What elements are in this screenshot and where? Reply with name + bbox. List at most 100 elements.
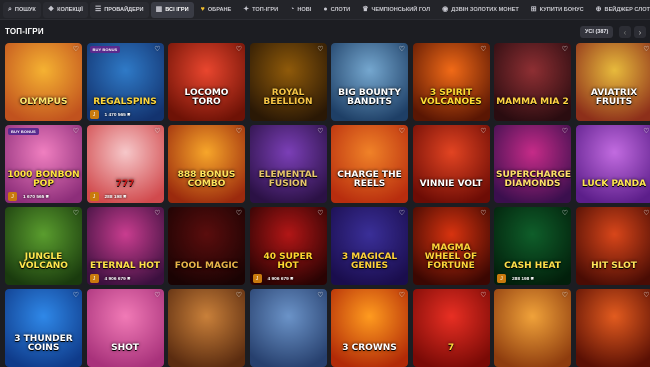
- game-tile[interactable]: OLYMPUS♡: [5, 43, 82, 121]
- favorite-heart-icon[interactable]: ♡: [236, 45, 242, 53]
- favorite-heart-icon[interactable]: ♡: [154, 209, 160, 217]
- nav-item-3[interactable]: ▦ВСІ ІГРИ: [151, 2, 194, 18]
- favorite-heart-icon[interactable]: ♡: [399, 209, 405, 217]
- game-title: LOCOMO TORO: [170, 89, 243, 107]
- game-tile[interactable]: BIG BOUNTY BANDITS♡: [331, 43, 408, 121]
- game-tile[interactable]: ♡: [168, 289, 245, 367]
- favorite-heart-icon[interactable]: ♡: [480, 127, 486, 135]
- favorite-heart-icon[interactable]: ♡: [236, 209, 242, 217]
- favorite-heart-icon[interactable]: ♡: [73, 291, 79, 299]
- nav-item-2[interactable]: ☰ПРОВАЙДЕРИ: [90, 2, 149, 18]
- nav-item-0[interactable]: ⌕ПОШУК: [3, 2, 41, 18]
- favorite-heart-icon[interactable]: ♡: [562, 209, 568, 217]
- favorite-heart-icon[interactable]: ♡: [317, 127, 323, 135]
- favorite-heart-icon[interactable]: ♡: [236, 291, 242, 299]
- favorite-heart-icon[interactable]: ♡: [643, 291, 649, 299]
- game-tile[interactable]: 777♡J288 198 ₴: [87, 125, 164, 203]
- game-tile[interactable]: AVIATRIX FRUITS ♡: [576, 43, 650, 121]
- show-all-button[interactable]: УСІ (387): [580, 26, 613, 38]
- game-tile[interactable]: FOOL MAGIC♡: [168, 207, 245, 285]
- game-title: ELEMENTAL FUSION: [252, 171, 325, 189]
- favorite-heart-icon[interactable]: ♡: [154, 45, 160, 53]
- favorite-heart-icon[interactable]: ♡: [154, 127, 160, 135]
- game-tile[interactable]: MAGMA WHEEL OF FORTUNE♡: [413, 207, 490, 285]
- favorite-heart-icon[interactable]: ♡: [643, 127, 649, 135]
- favorite-heart-icon[interactable]: ♡: [236, 127, 242, 135]
- game-tile[interactable]: ETERNAL HOT♡J4 906 679 ₴: [87, 207, 164, 285]
- nav-item-label: ЧЕМПІОНСЬКИЙ ГОЛ: [371, 7, 430, 13]
- game-tile[interactable]: 3 SPIRIT VOLCANOES♡: [413, 43, 490, 121]
- favorite-heart-icon[interactable]: ♡: [317, 45, 323, 53]
- nav-item-6[interactable]: ◔НОВІ: [285, 2, 316, 18]
- game-tile[interactable]: ♡: [250, 289, 327, 367]
- game-tile[interactable]: VINNIE VOLT♡: [413, 125, 490, 203]
- game-tile[interactable]: CHARGE THE REELS♡: [331, 125, 408, 203]
- favorite-heart-icon[interactable]: ♡: [317, 291, 323, 299]
- jackpot-amount: 288 198 ₴: [512, 277, 534, 282]
- game-tile[interactable]: LUCK PANDA♡: [576, 125, 650, 203]
- favorite-heart-icon[interactable]: ♡: [562, 291, 568, 299]
- nav-item-9[interactable]: ◉ДЗВІН ЗОЛОТИХ МОНЕТ: [437, 2, 524, 18]
- favorite-heart-icon[interactable]: ♡: [399, 291, 405, 299]
- game-tile[interactable]: 888 BONUS COMBO♡: [168, 125, 245, 203]
- favorite-heart-icon[interactable]: ♡: [73, 45, 79, 53]
- game-tile[interactable]: CASH HEAT♡J288 198 ₴: [494, 207, 571, 285]
- favorite-heart-icon[interactable]: ♡: [399, 127, 405, 135]
- favorite-heart-icon[interactable]: ♡: [480, 209, 486, 217]
- nav-item-11[interactable]: ⊕ВЕЙДЖЕР СЛОТИ: [591, 2, 650, 18]
- search-icon: ⌕: [8, 6, 12, 13]
- nav-item-label: ТОП-ІГРИ: [252, 7, 278, 13]
- game-tile[interactable]: ♡: [494, 289, 571, 367]
- prev-arrow-button[interactable]: ‹: [619, 26, 631, 38]
- collections-icon: ❖: [48, 6, 54, 13]
- next-arrow-button[interactable]: ›: [634, 26, 646, 38]
- game-thumbnail: [5, 125, 82, 203]
- game-thumbnail: [494, 207, 571, 285]
- game-thumbnail: [576, 289, 650, 367]
- favorite-heart-icon[interactable]: ♡: [399, 45, 405, 53]
- game-thumbnail: [494, 43, 571, 121]
- favorite-heart-icon[interactable]: ♡: [643, 45, 649, 53]
- game-tile[interactable]: ROYAL BEELLION♡: [250, 43, 327, 121]
- nav-item-8[interactable]: ♛ЧЕМПІОНСЬКИЙ ГОЛ: [357, 2, 435, 18]
- nav-item-10[interactable]: ⊞КУПИТИ БОНУС: [526, 2, 589, 18]
- favorite-heart-icon[interactable]: ♡: [562, 127, 568, 135]
- favorite-heart-icon[interactable]: ♡: [73, 209, 79, 217]
- favorite-heart-icon[interactable]: ♡: [643, 209, 649, 217]
- game-thumbnail: [168, 289, 245, 367]
- game-tile[interactable]: 3 MAGICAL GENIES♡: [331, 207, 408, 285]
- game-tile[interactable]: REGALSPINSBUY BONUS♡J1 470 565 ₴: [87, 43, 164, 121]
- favorite-heart-icon[interactable]: ♡: [480, 45, 486, 53]
- nav-item-5[interactable]: ✦ТОП-ІГРИ: [238, 2, 283, 18]
- nav-item-1[interactable]: ❖КОЛЕКЦІЇ: [43, 2, 88, 18]
- game-thumbnail: [576, 207, 650, 285]
- nav-item-4[interactable]: ♥ОБРАНЕ: [196, 2, 237, 18]
- favorite-heart-icon[interactable]: ♡: [317, 209, 323, 217]
- game-tile[interactable]: SHOT♡: [87, 289, 164, 367]
- game-tile[interactable]: 40 SUPER HOT♡J4 906 679 ₴: [250, 207, 327, 285]
- favorite-heart-icon[interactable]: ♡: [480, 291, 486, 299]
- game-thumbnail: [413, 289, 490, 367]
- game-tile[interactable]: LOCOMO TORO ♡: [168, 43, 245, 121]
- game-tile[interactable]: 7♡: [413, 289, 490, 367]
- game-tile[interactable]: ♡: [576, 289, 650, 367]
- game-tile[interactable]: ELEMENTAL FUSION ♡: [250, 125, 327, 203]
- game-thumbnail: [168, 43, 245, 121]
- game-tile[interactable]: SUPERCHARGED DIAMONDS ♡: [494, 125, 571, 203]
- game-tile[interactable]: 1000 BONBON POPBUY BONUS♡J1 670 565 ₴: [5, 125, 82, 203]
- game-tile[interactable]: 3 THUNDER COINS♡: [5, 289, 82, 367]
- game-title: 3 CROWNS: [333, 344, 406, 353]
- game-thumbnail: [250, 43, 327, 121]
- game-tile[interactable]: MAMMA MIA 2♡: [494, 43, 571, 121]
- game-title: SUPERCHARGED DIAMONDS: [496, 171, 569, 189]
- favorite-heart-icon[interactable]: ♡: [154, 291, 160, 299]
- favorite-heart-icon[interactable]: ♡: [562, 45, 568, 53]
- nav-item-7[interactable]: ●СЛОТИ: [318, 2, 355, 18]
- game-tile[interactable]: 3 CROWNS ♡: [331, 289, 408, 367]
- favorite-heart-icon[interactable]: ♡: [73, 127, 79, 135]
- game-tile[interactable]: HIT SLOT♡: [576, 207, 650, 285]
- jackpot-amount: 288 198 ₴: [105, 195, 127, 200]
- game-title: AVIATRIX FRUITS: [578, 89, 650, 107]
- game-tile[interactable]: JUNGLE VOLCANO♡: [5, 207, 82, 285]
- bonus-icon: ⊞: [531, 6, 537, 13]
